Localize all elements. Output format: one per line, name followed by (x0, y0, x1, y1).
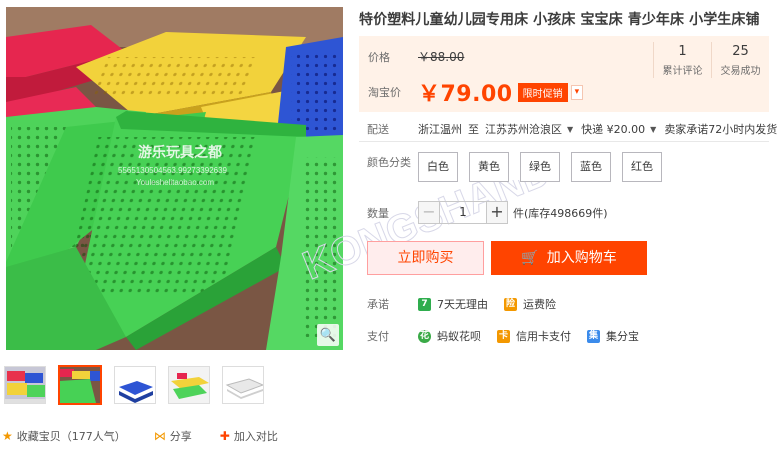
shipping-destination[interactable]: 江苏苏州沧浪区 (485, 121, 562, 137)
stat-sales-caption: 交易成功 (720, 66, 761, 77)
huabei-icon: 花 (418, 329, 431, 343)
pay-credit-card-label: 信用卡支付 (516, 330, 571, 343)
stat-reviews[interactable]: 1 累计评论 (653, 42, 711, 78)
shipping-to-word: 至 (468, 123, 479, 136)
promise-label: 承诺 (367, 298, 389, 311)
stat-reviews-caption: 累计评论 (662, 66, 703, 77)
payment-label: 支付 (367, 330, 389, 343)
add-to-cart-label: 加入购物车 (546, 250, 617, 266)
pay-jifenbao[interactable]: 集 集分宝 (587, 328, 639, 344)
destination-caret-icon[interactable]: ▼ (567, 125, 573, 134)
thumbnail-5[interactable] (222, 366, 264, 404)
promise-freight-insurance[interactable]: 险 运费险 (504, 296, 556, 312)
payment-row: 支付 花 蚂蚁花呗 卡 信用卡支付 集 集分宝 (367, 328, 655, 344)
plus-icon: ✚ (219, 429, 230, 443)
jifenbao-icon: 集 (587, 329, 600, 343)
quantity-plus-button[interactable]: + (486, 201, 508, 224)
favorite-label: 收藏宝贝（177人气） (16, 430, 126, 443)
stat-sales-count: 25 (732, 44, 749, 59)
stats: 1 累计评论 25 交易成功 (653, 36, 769, 82)
price-box: 价格 ￥88.00 淘宝价 ￥79.00 限时促销 ▾ 1 累计评论 25 交易… (359, 36, 769, 112)
watermark-shop: 游乐玩具之都 (138, 144, 222, 160)
cart-icon: 🛒 (521, 250, 539, 266)
color-option-yellow[interactable]: 黄色 (469, 152, 509, 182)
color-row: 颜色分类 白色 黄色 绿色 蓝色 红色 (367, 152, 662, 182)
shipping-from: 浙江温州 (418, 123, 462, 136)
pay-jifenbao-label: 集分宝 (606, 330, 639, 343)
divider (359, 141, 769, 142)
thumbnail-3[interactable] (114, 366, 156, 404)
favorite-link[interactable]: ★ 收藏宝贝（177人气） (2, 428, 126, 444)
pay-huabei-label: 蚂蚁花呗 (437, 330, 481, 343)
color-option-red[interactable]: 红色 (622, 152, 662, 182)
thumbnail-2[interactable] (58, 365, 102, 405)
shipping-info: 浙江温州 至 江苏苏州沧浪区 ▼ 快递 ¥20.00 ▼ 卖家承诺72小时内发货 (418, 121, 777, 137)
thumbnail-strip (4, 365, 264, 406)
promise-row: 承诺 7 7天无理由 险 运费险 (367, 296, 572, 312)
insurance-icon: 险 (504, 297, 517, 311)
share-icon: ⋈ (153, 429, 166, 443)
stat-reviews-count: 1 (678, 44, 687, 59)
current-price: ￥79.00 (418, 82, 513, 107)
seven-day-icon: 7 (418, 297, 431, 311)
credit-card-icon: 卡 (497, 329, 510, 343)
color-label: 颜色分类 (367, 156, 411, 169)
original-price-row: 价格 ￥88.00 (368, 48, 464, 65)
shipping-label: 配送 (367, 123, 389, 136)
thumbnail-1[interactable] (4, 366, 46, 404)
promo-dropdown-icon[interactable]: ▾ (570, 84, 584, 100)
share-label: 分享 (169, 430, 192, 443)
buy-now-button[interactable]: 立即购买 (367, 241, 484, 275)
star-icon: ★ (2, 429, 13, 443)
promise-7day-label: 7天无理由 (437, 298, 488, 311)
quantity-stepper: − 1 + (418, 201, 508, 224)
watermark-line3: Youleshelitaobao.com (136, 178, 214, 187)
quantity-label: 数量 (367, 206, 389, 220)
promo-tag: 限时促销 (517, 82, 568, 102)
quantity-input[interactable]: 1 (440, 201, 486, 224)
color-option-blue[interactable]: 蓝色 (571, 152, 611, 182)
original-price: ￥88.00 (418, 50, 465, 64)
shipping-method[interactable]: 快递 ¥20.00 (581, 121, 645, 137)
beds-photo: 游乐玩具之都 5565130504563.99273392639 Youlesh… (6, 7, 343, 350)
taobao-price-label: 淘宝价 (368, 86, 401, 99)
product-title: 特价塑料儿童幼儿园专用床 小孩床 宝宝床 青少年床 小学生床铺 (359, 12, 760, 28)
main-product-image[interactable]: 游乐玩具之都 5565130504563.99273392639 Youlesh… (6, 7, 343, 350)
stock-info: 件(库存498669件) (513, 206, 608, 220)
price-label: 价格 (368, 50, 390, 64)
quantity-minus-button[interactable]: − (418, 201, 440, 224)
pay-huabei[interactable]: 花 蚂蚁花呗 (418, 328, 481, 344)
shipping-row: 配送 浙江温州 至 江苏苏州沧浪区 ▼ 快递 ¥20.00 ▼ 卖家承诺72小时… (367, 121, 777, 137)
action-bar: ★ 收藏宝贝（177人气） ⋈ 分享 ✚ 加入对比 (2, 428, 306, 444)
compare-link[interactable]: ✚ 加入对比 (220, 428, 278, 444)
watermark-line2: 5565130504563.99273392639 (118, 166, 228, 175)
pay-credit-card[interactable]: 卡 信用卡支付 (497, 328, 571, 344)
quantity-row: 数量 − 1 + 件(库存498669件) (367, 201, 608, 224)
color-option-green[interactable]: 绿色 (520, 152, 560, 182)
zoom-icon[interactable]: 🔍 (317, 324, 339, 346)
share-link[interactable]: ⋈ 分享 (154, 428, 192, 444)
current-price-row: 淘宝价 ￥79.00 限时促销 ▾ (368, 76, 584, 108)
compare-label: 加入对比 (233, 430, 278, 443)
promise-7day[interactable]: 7 7天无理由 (418, 296, 488, 312)
color-options: 白色 黄色 绿色 蓝色 红色 (418, 152, 662, 182)
method-caret-icon[interactable]: ▼ (650, 125, 656, 134)
stat-sales: 25 交易成功 (711, 42, 769, 78)
add-to-cart-button[interactable]: 🛒 加入购物车 (491, 241, 647, 275)
thumbnail-4[interactable] (168, 366, 210, 404)
color-option-white[interactable]: 白色 (418, 152, 458, 182)
promise-freight-label: 运费险 (523, 298, 556, 311)
shipping-promise: 卖家承诺72小时内发货 (664, 123, 778, 136)
